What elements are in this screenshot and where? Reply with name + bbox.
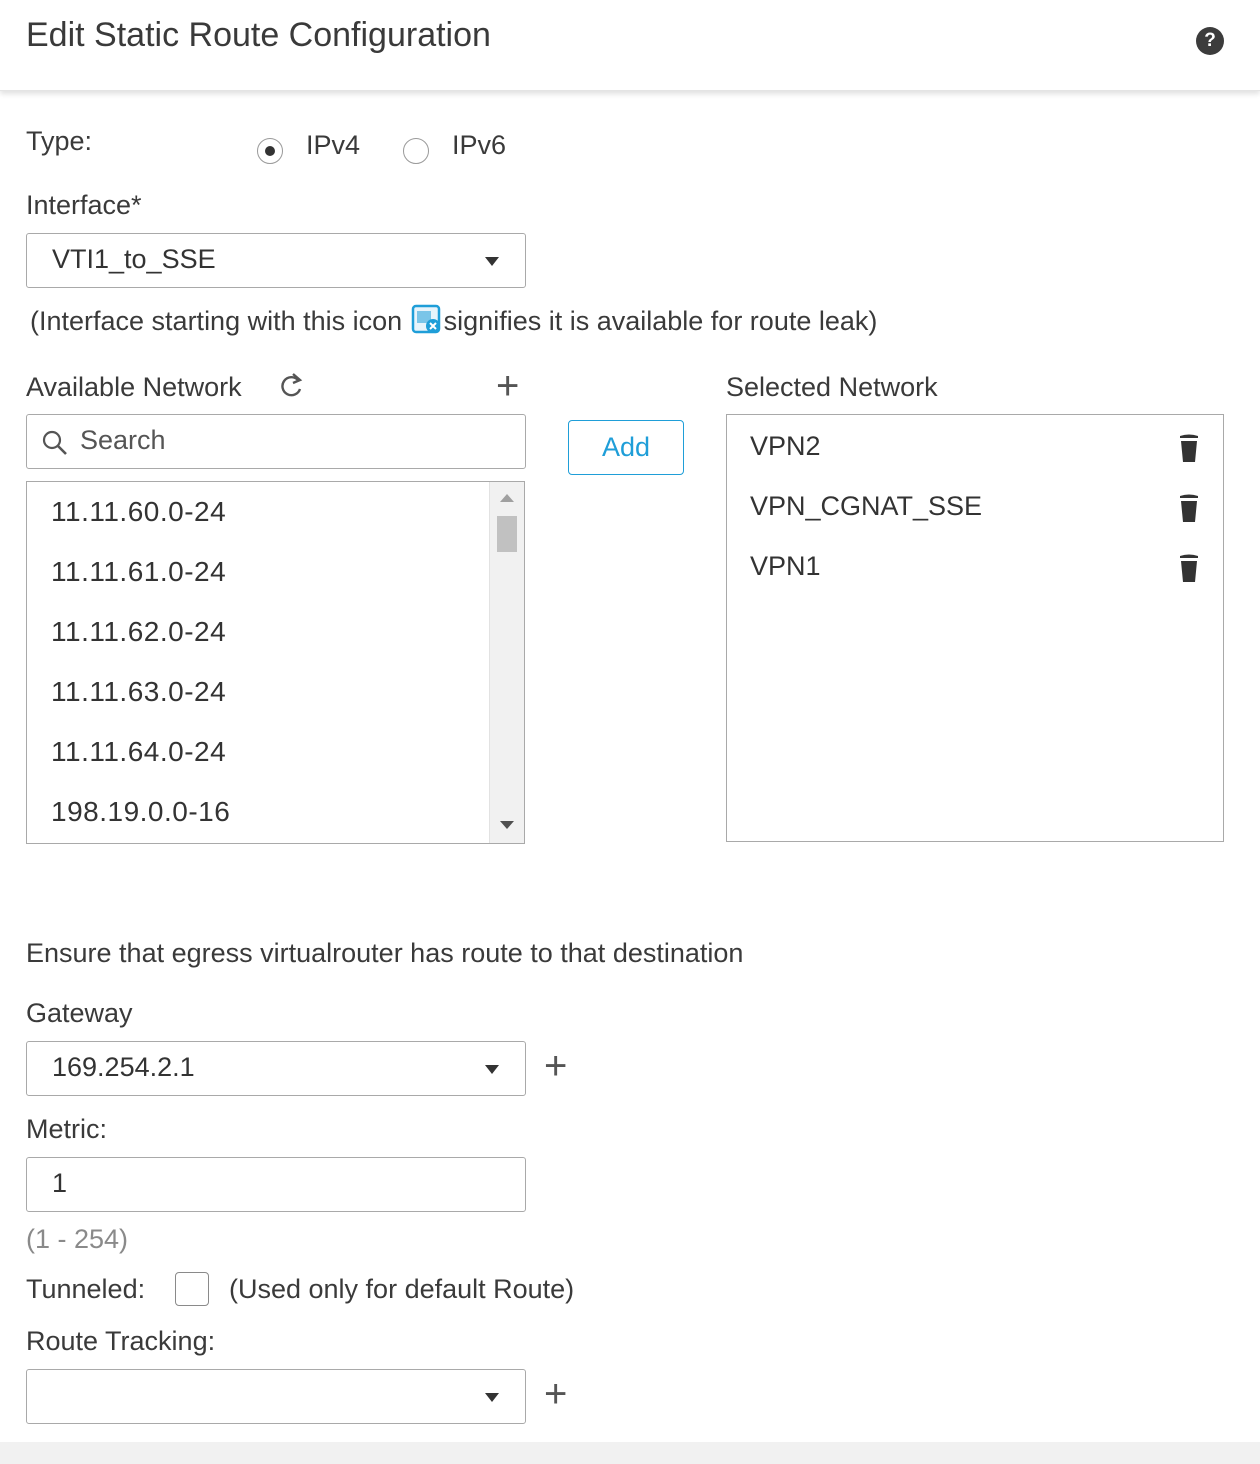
- list-item[interactable]: 11.11.63.0-24: [51, 676, 226, 708]
- radio-ipv4-label: IPv4: [306, 130, 361, 160]
- metric-label: Metric:: [26, 1114, 107, 1144]
- route-leak-hint-after: signifies it is available for route leak…: [443, 306, 878, 336]
- radio-ipv6-label: IPv6: [452, 130, 507, 160]
- scroll-thumb[interactable]: [497, 516, 517, 552]
- refresh-icon[interactable]: [276, 371, 306, 401]
- interface-select[interactable]: VTI1_to_SSE: [26, 233, 526, 288]
- type-label: Type:: [26, 126, 93, 156]
- selected-item: VPN_CGNAT_SSE: [750, 491, 983, 521]
- add-network-plus-icon[interactable]: +: [496, 366, 519, 406]
- network-search-input[interactable]: Search: [26, 414, 526, 469]
- chevron-down-icon: [485, 1393, 499, 1402]
- route-leak-icon: [411, 304, 440, 334]
- available-network-list[interactable]: 11.11.60.0-24 11.11.61.0-24 11.11.62.0-2…: [26, 481, 525, 844]
- list-item[interactable]: 11.11.60.0-24: [51, 496, 226, 528]
- selected-network-list: VPN2 VPN_CGNAT_SSE VPN1: [726, 414, 1224, 842]
- interface-label: Interface*: [26, 190, 142, 220]
- trash-icon[interactable]: [1178, 493, 1200, 523]
- available-network-label: Available Network: [26, 372, 242, 402]
- gateway-value: 169.254.2.1: [52, 1052, 195, 1082]
- scroll-up-icon[interactable]: [500, 494, 514, 502]
- gateway-label: Gateway: [26, 998, 133, 1028]
- interface-value: VTI1_to_SSE: [52, 244, 216, 274]
- list-item[interactable]: 11.11.64.0-24: [51, 736, 226, 768]
- route-leak-hint: (Interface starting with this icon signi…: [30, 304, 877, 337]
- radio-ipv4[interactable]: [257, 138, 283, 164]
- list-item[interactable]: 11.11.61.0-24: [51, 556, 226, 588]
- trash-icon[interactable]: [1178, 433, 1200, 463]
- add-route-tracking-plus-icon[interactable]: +: [544, 1374, 567, 1414]
- help-icon[interactable]: ?: [1196, 27, 1224, 55]
- tunneled-label: Tunneled:: [26, 1274, 146, 1304]
- list-item[interactable]: 11.11.62.0-24: [51, 616, 226, 648]
- metric-value: 1: [52, 1168, 68, 1198]
- list-scrollbar[interactable]: [489, 482, 524, 843]
- search-icon: [42, 430, 67, 455]
- route-tracking-label: Route Tracking:: [26, 1326, 216, 1356]
- tunneled-checkbox[interactable]: [175, 1272, 209, 1306]
- scroll-down-icon[interactable]: [500, 821, 514, 829]
- chevron-down-icon: [485, 1065, 499, 1074]
- selected-item: VPN1: [750, 551, 821, 581]
- egress-note: Ensure that egress virtualrouter has rou…: [26, 938, 744, 968]
- radio-ipv6[interactable]: [403, 138, 429, 164]
- metric-input[interactable]: 1: [26, 1157, 526, 1212]
- selected-item: VPN2: [750, 431, 821, 461]
- trash-icon[interactable]: [1178, 553, 1200, 583]
- chevron-down-icon: [485, 257, 499, 266]
- route-tracking-select[interactable]: [26, 1369, 526, 1424]
- route-leak-hint-before: (Interface starting with this icon: [30, 306, 410, 336]
- tunneled-note: (Used only for default Route): [229, 1274, 575, 1304]
- selected-network-label: Selected Network: [726, 372, 938, 402]
- dialog-title: Edit Static Route Configuration: [26, 16, 491, 54]
- list-item[interactable]: 198.19.0.0-16: [51, 796, 230, 828]
- gateway-select[interactable]: 169.254.2.1: [26, 1041, 526, 1096]
- search-placeholder: Search: [80, 425, 166, 455]
- metric-range-hint: (1 - 254): [26, 1224, 129, 1254]
- add-button[interactable]: Add: [568, 420, 684, 475]
- dialog-header: Edit Static Route Configuration ?: [0, 0, 1260, 91]
- add-gateway-plus-icon[interactable]: +: [544, 1046, 567, 1086]
- dialog-footer: [0, 1442, 1260, 1464]
